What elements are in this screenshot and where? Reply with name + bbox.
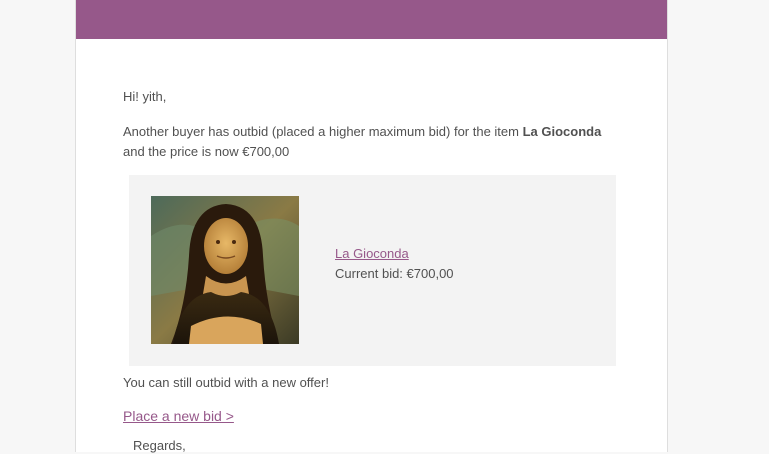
item-info: La Gioconda Current bid: €700,00	[335, 244, 454, 284]
item-name-link[interactable]: La Gioconda	[335, 244, 454, 264]
notice-prefix: Another buyer has outbid (placed a highe…	[123, 124, 523, 139]
notice-suffix: and the price is now €700,00	[123, 144, 290, 159]
outbid-notice: Another buyer has outbid (placed a highe…	[123, 122, 623, 162]
current-bid-text: Current bid: €700,00	[335, 266, 454, 281]
item-summary-box: La Gioconda Current bid: €700,00	[129, 175, 616, 366]
email-card: Hi! yith, Another buyer has outbid (plac…	[75, 0, 668, 453]
greeting-text: Hi! yith,	[123, 89, 167, 104]
email-header-bar	[76, 0, 667, 39]
outbid-encouragement: You can still outbid with a new offer!	[123, 375, 329, 390]
place-new-bid-link[interactable]: Place a new bid >	[123, 408, 234, 424]
notice-item-name: La Gioconda	[522, 124, 602, 139]
item-image[interactable]	[151, 196, 299, 344]
mona-lisa-painting-icon	[151, 196, 299, 344]
